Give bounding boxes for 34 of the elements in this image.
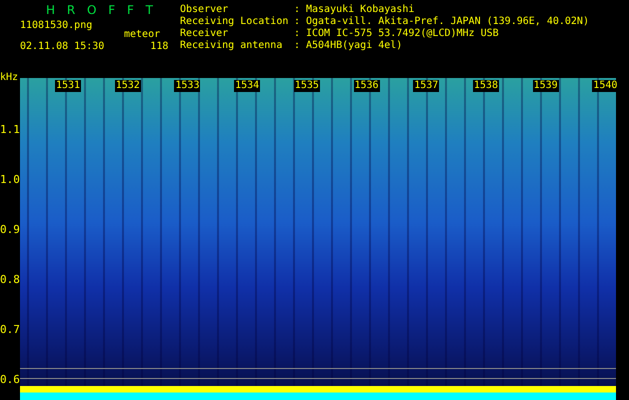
axis-tick-label: 0.6 (0, 374, 20, 386)
time-marker-label: 1534 (234, 80, 260, 92)
time-marker-label: 1540 (592, 80, 618, 92)
app-title: H R O F F T (45, 2, 158, 17)
time-marker-label: 1533 (174, 80, 200, 92)
time-marker-label: 1532 (114, 80, 141, 92)
info-separator: : (294, 16, 302, 28)
time-marker-label: 1535 (294, 80, 320, 92)
axis-tick-label: 1.0 (0, 174, 20, 186)
time-marker-label: 1531 (55, 80, 82, 92)
axis-tick-label: 1.1 (0, 124, 20, 136)
info-value: Ogata-vill. Akita-Pref. JAPAN (139.96E, 40.02N) (306, 16, 589, 28)
info-separator: : (294, 4, 302, 16)
axis-tick-label: 0.8 (0, 274, 20, 286)
info-label: Observer (180, 4, 230, 16)
file-name: 11081530.png (20, 20, 92, 31)
info-label: Receiver (180, 28, 230, 40)
info-value: ICOM IC-575 53.7492(@LCD)MHz USB (306, 28, 499, 40)
info-label: Receiving antenna (180, 40, 284, 52)
axis-unit: kHz (0, 72, 18, 84)
info-separator: : (294, 40, 302, 52)
time-marker-label: 1536 (354, 80, 380, 92)
axis-tick-label: 0.9 (0, 224, 20, 236)
axis-tick-label: 0.7 (0, 324, 20, 336)
time-marker-label: 1539 (532, 80, 559, 92)
time-marker-label: 1538 (472, 80, 499, 92)
info-label: Receiving Location (180, 16, 290, 28)
meteor-count: 118 (150, 41, 168, 53)
time-marker-label: 1537 (413, 80, 440, 92)
info-separator: : (294, 28, 302, 40)
info-value: Masayuki Kobayashi (306, 4, 414, 16)
meteor-label: meteor (124, 29, 160, 40)
info-value: A504HB(yagi 4el) (306, 40, 402, 52)
date-time: 02.11.08 15:30 (20, 41, 104, 53)
